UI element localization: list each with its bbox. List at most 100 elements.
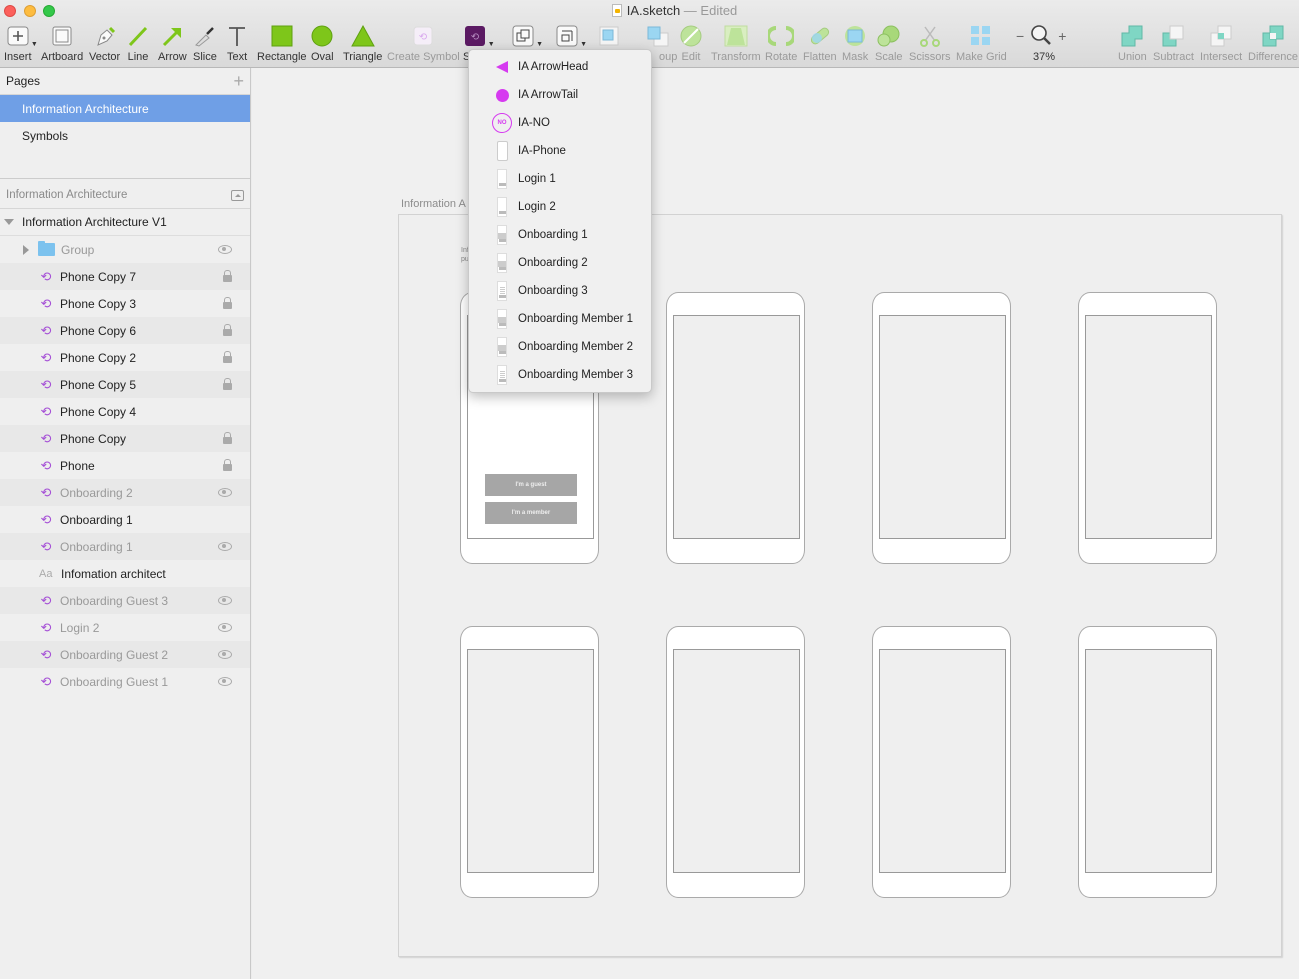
layer-row[interactable]: ⟲ Onboarding 1: [0, 506, 250, 533]
layer-row[interactable]: ⟲ Phone: [0, 452, 250, 479]
rectangle-button[interactable]: Rectangle: [257, 24, 307, 63]
layer-row[interactable]: ⟲ Phone Copy 5: [0, 371, 250, 398]
lock-icon[interactable]: [223, 270, 232, 284]
vector-button[interactable]: Vector: [89, 24, 120, 63]
layer-row[interactable]: ⟲ Onboarding 2: [0, 479, 250, 506]
layer-row[interactable]: ⟲ Login 2: [0, 614, 250, 641]
eye-icon[interactable]: [218, 243, 232, 254]
edit-button[interactable]: Edit: [680, 24, 702, 63]
phone-mockup[interactable]: [460, 626, 599, 898]
layer-row[interactable]: ⟲ Phone Copy 3: [0, 290, 250, 317]
text-button[interactable]: Text: [227, 24, 247, 63]
forward-button[interactable]: [598, 24, 620, 48]
lock-icon[interactable]: [223, 297, 232, 311]
layer-row[interactable]: ⟲ Phone Copy 7: [0, 263, 250, 290]
layer-artboard[interactable]: Information Architecture V1: [0, 209, 250, 236]
layer-row[interactable]: ⟲ Onboarding Guest 3: [0, 587, 250, 614]
zoom-out-button[interactable]: −: [1016, 28, 1024, 44]
phone-mockup[interactable]: [1078, 292, 1217, 564]
symbol-menu-item[interactable]: Onboarding Member 3: [469, 361, 651, 389]
symbol-menu-item[interactable]: IA-Phone: [469, 137, 651, 165]
line-button[interactable]: Line: [127, 24, 149, 63]
scale-button[interactable]: Scale: [875, 24, 903, 63]
disclosure-open-icon[interactable]: [4, 219, 14, 225]
eye-icon[interactable]: [218, 540, 232, 551]
artboard-button[interactable]: Artboard: [41, 24, 83, 63]
symbol-instance-icon: ⟲: [40, 538, 52, 554]
artboard-title[interactable]: Information A: [401, 198, 466, 210]
lock-icon[interactable]: [223, 378, 232, 392]
canvas[interactable]: Information A Inf pu I'm a guest I'm a me…: [252, 68, 1299, 979]
forward-icon: [598, 24, 620, 48]
phone-mockup[interactable]: [666, 626, 805, 898]
symbol-menu-item[interactable]: Onboarding Member 1: [469, 305, 651, 333]
layer-row[interactable]: ⟲ Phone Copy 4: [0, 398, 250, 425]
arrange-button[interactable]: ▼: [512, 24, 543, 48]
layer-row[interactable]: ⟲ Onboarding Guest 2: [0, 641, 250, 668]
lock-icon[interactable]: [223, 351, 232, 365]
layer-row[interactable]: ⟲ Phone Copy 6: [0, 317, 250, 344]
oval-label: Oval: [311, 51, 334, 63]
symbol-menu-item[interactable]: Onboarding 3: [469, 277, 651, 305]
page-item-information-architecture[interactable]: Information Architecture: [0, 95, 250, 122]
scissors-button[interactable]: Scissors: [909, 24, 951, 63]
symbol-instance-icon: ⟲: [40, 295, 52, 311]
add-page-icon[interactable]: +: [233, 72, 244, 90]
align-button[interactable]: ▼: [556, 24, 587, 48]
zoom-in-button[interactable]: +: [1058, 28, 1066, 44]
collapse-pages-icon[interactable]: [231, 189, 244, 201]
no-symbol-icon: NO: [492, 113, 512, 133]
rotate-button[interactable]: Rotate: [765, 24, 797, 63]
subtract-button[interactable]: Subtract: [1153, 24, 1194, 63]
phone-mockup[interactable]: [1078, 626, 1217, 898]
slice-button[interactable]: Slice: [193, 24, 217, 63]
arrow-button[interactable]: Arrow: [158, 24, 187, 63]
guest-button[interactable]: I'm a guest: [485, 474, 577, 496]
eye-icon[interactable]: [218, 594, 232, 605]
member-button[interactable]: I'm a member: [485, 502, 577, 524]
screen-thumbnail-icon: [497, 253, 507, 273]
disclosure-closed-icon[interactable]: [23, 244, 29, 255]
layer-row[interactable]: ⟲ Phone Copy 2: [0, 344, 250, 371]
phone-mockup[interactable]: [872, 626, 1011, 898]
intersect-button[interactable]: Intersect: [1200, 24, 1242, 63]
layer-row[interactable]: Aa Infomation architect: [0, 560, 250, 587]
symbol-menu-item[interactable]: IA ArrowTail: [469, 81, 651, 109]
difference-button[interactable]: Difference: [1248, 24, 1298, 63]
symbol-menu-item[interactable]: IA ArrowHead: [469, 53, 651, 81]
layer-row[interactable]: Group: [0, 236, 250, 263]
symbol-instance-icon: ⟲: [40, 430, 52, 446]
layer-row[interactable]: ⟲ Onboarding Guest 1: [0, 668, 250, 695]
scissors-label: Scissors: [909, 51, 951, 63]
layer-row[interactable]: ⟲ Phone Copy: [0, 425, 250, 452]
triangle-button[interactable]: Triangle: [343, 24, 382, 63]
lock-icon[interactable]: [223, 324, 232, 338]
layer-row[interactable]: ⟲ Onboarding 1: [0, 533, 250, 560]
page-item-symbols[interactable]: Symbols: [0, 122, 250, 149]
symbol-menu-item[interactable]: NO IA-NO: [469, 109, 651, 137]
insert-button[interactable]: ▼ Insert: [4, 24, 38, 63]
transform-button[interactable]: Transform: [711, 24, 761, 63]
symbol-menu-item[interactable]: Onboarding 1: [469, 221, 651, 249]
eye-icon[interactable]: [218, 486, 232, 497]
symbol-menu-item[interactable]: Login 2: [469, 193, 651, 221]
mask-button[interactable]: Mask: [842, 24, 868, 63]
symbol-instance-icon: ⟲: [40, 376, 52, 392]
symbol-menu-item[interactable]: Onboarding Member 2: [469, 333, 651, 361]
phone-mockup[interactable]: [872, 292, 1011, 564]
layer-label: Onboarding Guest 1: [60, 674, 169, 689]
eye-icon[interactable]: [218, 648, 232, 659]
phone-mockup[interactable]: [666, 292, 805, 564]
lock-icon[interactable]: [223, 459, 232, 473]
union-button[interactable]: Union: [1118, 24, 1147, 63]
flatten-button[interactable]: Flatten: [803, 24, 837, 63]
symbol-menu-item[interactable]: Onboarding 2: [469, 249, 651, 277]
eye-icon[interactable]: [218, 621, 232, 632]
lock-icon[interactable]: [223, 432, 232, 446]
screen-thumbnail-icon: [497, 365, 507, 385]
oval-button[interactable]: Oval: [311, 24, 334, 63]
eye-icon[interactable]: [218, 675, 232, 686]
make-grid-button[interactable]: Make Grid: [956, 24, 1007, 63]
create-symbol-button[interactable]: ⟲ Create Symbol: [387, 24, 460, 63]
symbol-menu-item[interactable]: Login 1: [469, 165, 651, 193]
